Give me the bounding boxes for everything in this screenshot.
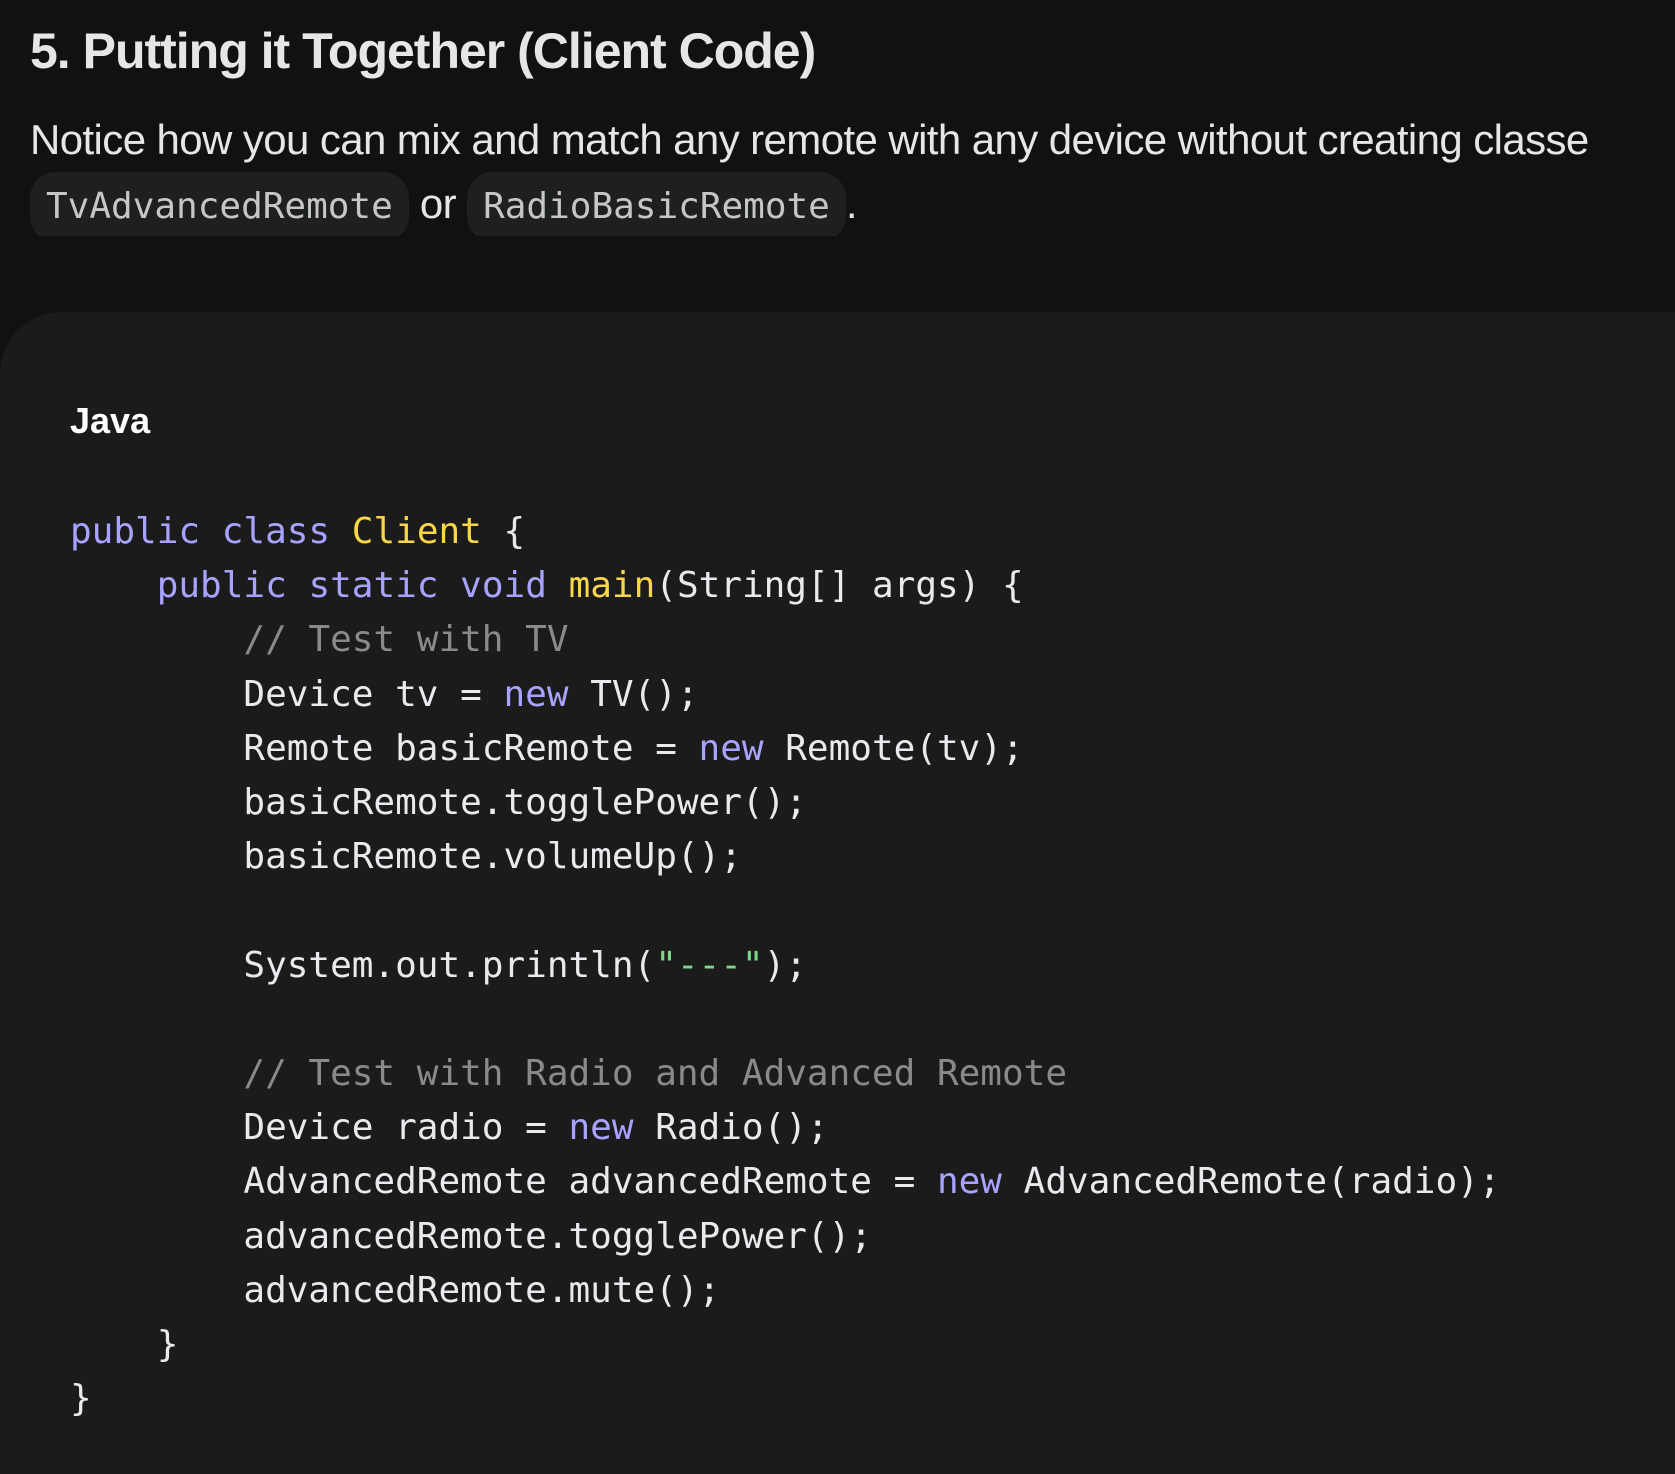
code-line-11: // Test with Radio and Advanced Remote — [243, 1053, 1067, 1095]
intro-joiner: or — [408, 180, 468, 228]
code-line-6: basicRemote.togglePower(); — [243, 782, 807, 824]
intro-paragraph: Notice how you can mix and match any rem… — [30, 108, 1675, 236]
code-line-1: public class Client { — [70, 511, 526, 552]
section-heading: 5. Putting it Together (Client Code) — [30, 23, 816, 79]
code-line-13: AdvancedRemote advancedRemote = new Adva… — [243, 1161, 1501, 1203]
code-line-14: advancedRemote.togglePower(); — [243, 1215, 872, 1257]
code-line-9: System.out.println("---"); — [243, 944, 807, 986]
inline-code-tv-advanced-remote: TvAdvancedRemote — [30, 172, 409, 236]
code-line-17: } — [70, 1378, 92, 1420]
intro-period: . — [845, 180, 858, 228]
code-content: public class Client { public static void… — [70, 505, 1500, 1426]
inline-code-radio-basic-remote: RadioBasicRemote — [467, 172, 846, 236]
code-line-16: } — [156, 1324, 179, 1366]
code-line-15: advancedRemote.mute(); — [243, 1269, 721, 1311]
intro-line-1: Notice how you can mix and match any rem… — [30, 116, 1589, 163]
code-language-label: Java — [70, 400, 151, 441]
intro-line-2: TvAdvancedRemote or RadioBasicRemote. — [30, 172, 1675, 236]
code-line-5: Remote basicRemote = new Remote(tv); — [243, 727, 1024, 769]
code-line-4: Device tv = new TV(); — [243, 673, 699, 715]
code-line-3: // Test with TV — [243, 619, 569, 661]
code-line-7: basicRemote.volumeUp(); — [243, 836, 742, 878]
code-line-2: public static void main(String[] args) { — [156, 565, 1024, 607]
code-line-12: Device radio = new Radio(); — [243, 1107, 829, 1149]
